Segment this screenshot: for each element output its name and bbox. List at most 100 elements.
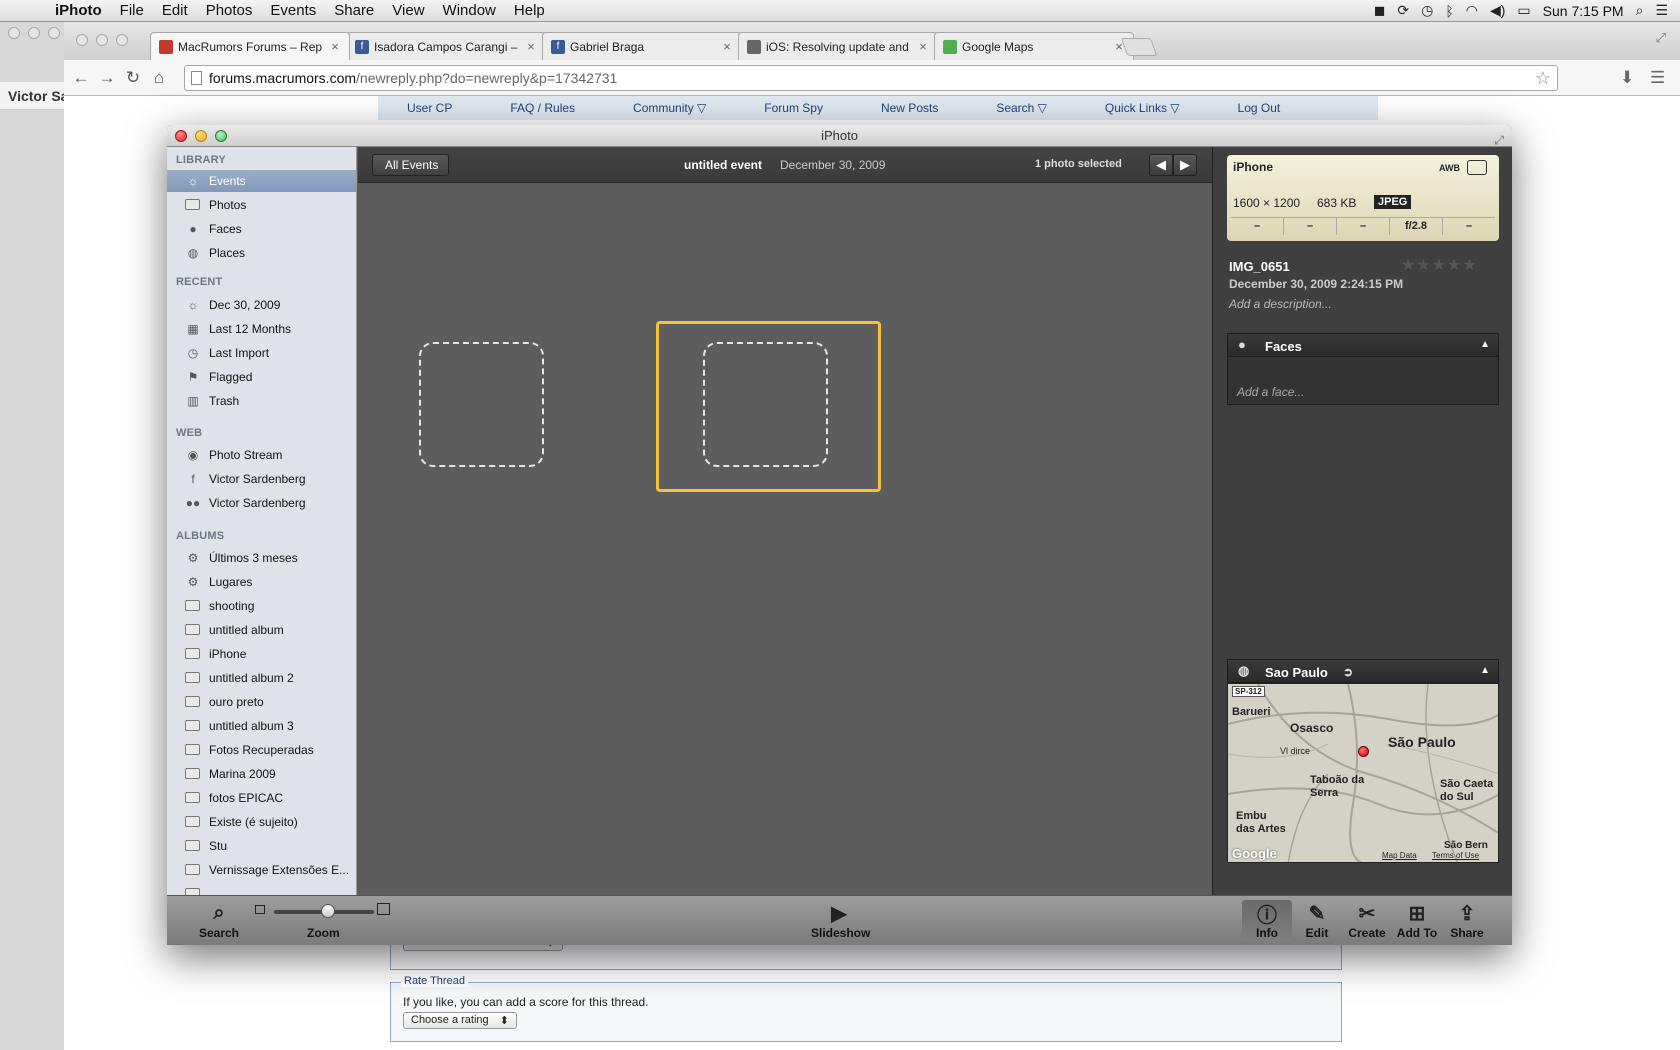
photo-thumbnail-placeholder[interactable] bbox=[703, 342, 828, 467]
menu-file[interactable]: File bbox=[111, 2, 153, 19]
zoom-button[interactable] bbox=[215, 130, 227, 142]
slideshow-button[interactable]: ▶ Slideshow bbox=[811, 900, 870, 941]
menu-window[interactable]: Window bbox=[434, 2, 505, 19]
source-item-places[interactable]: ◍ Places bbox=[167, 242, 356, 264]
nav-user-cp[interactable]: User CP bbox=[378, 101, 481, 115]
back-icon[interactable]: ← bbox=[68, 68, 94, 88]
menu-events[interactable]: Events bbox=[261, 2, 325, 19]
nav-forum-spy[interactable]: Forum Spy bbox=[735, 101, 852, 115]
album-item[interactable]: ⚙ Lugares bbox=[167, 571, 356, 593]
tab-isadora[interactable]: f Isadora Campos Carangi – × bbox=[346, 32, 546, 60]
forward-icon[interactable]: → bbox=[94, 68, 120, 88]
album-item[interactable]: Marina 2009 bbox=[167, 763, 356, 785]
evernote-icon[interactable]: ◼ bbox=[1374, 2, 1386, 19]
spotlight-icon[interactable]: ⌕ bbox=[1636, 2, 1644, 19]
photo-thumbnail-placeholder[interactable] bbox=[419, 342, 544, 467]
source-item-last-12-months[interactable]: ▦ Last 12 Months bbox=[167, 318, 356, 340]
chrome-menu-icon[interactable]: ☰ bbox=[1650, 68, 1665, 88]
terms-of-use-link[interactable]: Terms of Use bbox=[1432, 851, 1479, 860]
places-panel-header[interactable]: ◍ Sao Paulo ➲ ▲ bbox=[1227, 659, 1499, 683]
new-tab-button[interactable] bbox=[1120, 38, 1158, 56]
close-button[interactable] bbox=[76, 34, 88, 46]
map-pin-icon[interactable] bbox=[1358, 746, 1369, 757]
info-button[interactable]: ⓘ Info bbox=[1242, 900, 1292, 942]
album-item[interactable]: Fotos Recuperadas bbox=[167, 739, 356, 761]
nav-community[interactable]: Community ▽ bbox=[604, 101, 735, 115]
album-item[interactable]: Existe (é sujeito) bbox=[167, 811, 356, 833]
nav-log-out[interactable]: Log Out bbox=[1209, 101, 1310, 115]
bookmark-star-icon[interactable]: ☆ bbox=[1535, 68, 1551, 89]
small-thumbnail-icon[interactable] bbox=[255, 905, 265, 914]
add-to-button[interactable]: ⊞ Add To bbox=[1392, 900, 1442, 941]
bluetooth-icon[interactable]: ᛒ bbox=[1445, 3, 1453, 19]
zoom-slider-knob[interactable] bbox=[321, 904, 335, 918]
location-map[interactable]: SP-312 Barueri Osasco São Paulo Vl dirce… bbox=[1227, 683, 1499, 863]
minimize-button[interactable] bbox=[96, 34, 108, 46]
tab-macrumors[interactable]: MacRumors Forums – Rep × bbox=[150, 32, 350, 60]
share-button[interactable]: ⇪ Share bbox=[1442, 900, 1492, 941]
battery-icon[interactable]: ▭ bbox=[1517, 2, 1530, 19]
source-item-events[interactable]: ☼ Events bbox=[167, 170, 356, 192]
tab-google-maps[interactable]: Google Maps × bbox=[934, 32, 1134, 60]
source-item-photo-stream[interactable]: ◉ Photo Stream bbox=[167, 444, 356, 466]
collapse-triangle-icon[interactable]: ▲ bbox=[1480, 665, 1490, 676]
source-item-trash[interactable]: ▥ Trash bbox=[167, 390, 356, 412]
source-item-flickr[interactable]: ●● Victor Sardenberg bbox=[167, 492, 356, 514]
album-item[interactable]: ⚙ Últimos 3 meses bbox=[167, 547, 356, 569]
home-icon[interactable]: ⌂ bbox=[146, 68, 172, 88]
previous-event-button[interactable]: ◀ bbox=[1149, 154, 1173, 176]
reload-icon[interactable]: ↻ bbox=[120, 68, 146, 88]
rating-select[interactable]: Choose a rating ⬍ bbox=[403, 1012, 517, 1029]
source-item-photos[interactable]: Photos bbox=[167, 194, 356, 216]
collapse-triangle-icon[interactable]: ▲ bbox=[1480, 339, 1490, 350]
edit-button[interactable]: ✎ Edit bbox=[1292, 900, 1342, 941]
menu-view[interactable]: View bbox=[383, 2, 433, 19]
place-arrow-icon[interactable]: ➲ bbox=[1343, 665, 1353, 679]
wifi-icon[interactable]: ◠ bbox=[1466, 2, 1478, 19]
menu-share[interactable]: Share bbox=[325, 2, 383, 19]
album-item[interactable]: Vernissage Extensões E... bbox=[167, 859, 356, 881]
tab-close-icon[interactable]: × bbox=[525, 39, 537, 54]
nav-faq-rules[interactable]: FAQ / Rules bbox=[481, 101, 604, 115]
tab-close-icon[interactable]: × bbox=[329, 39, 341, 54]
menu-app[interactable]: iPhoto bbox=[46, 2, 111, 19]
all-events-button[interactable]: All Events bbox=[372, 154, 450, 176]
menu-edit[interactable]: Edit bbox=[153, 2, 197, 19]
image-title[interactable]: IMG_0651 bbox=[1229, 259, 1290, 274]
menubar-clock[interactable]: Sun 7:15 PM bbox=[1543, 3, 1624, 19]
tab-close-icon[interactable]: × bbox=[917, 39, 929, 54]
create-button[interactable]: ✂ Create bbox=[1342, 900, 1392, 941]
source-item-flagged[interactable]: ⚑ Flagged bbox=[167, 366, 356, 388]
notification-center-icon[interactable]: ☰ bbox=[1655, 2, 1668, 19]
tab-close-icon[interactable]: × bbox=[721, 39, 733, 54]
source-item-dec-30-2009[interactable]: ☼ Dec 30, 2009 bbox=[167, 294, 356, 316]
large-thumbnail-icon[interactable] bbox=[377, 903, 390, 915]
fullscreen-icon[interactable]: ⤢ bbox=[1656, 30, 1666, 46]
album-item[interactable]: shooting bbox=[167, 595, 356, 617]
time-machine-icon[interactable]: ◷ bbox=[1421, 2, 1433, 19]
close-button[interactable] bbox=[175, 130, 187, 142]
album-item[interactable]: fotos EPICAC bbox=[167, 787, 356, 809]
nav-search[interactable]: Search ▽ bbox=[967, 101, 1076, 115]
album-item[interactable] bbox=[167, 883, 356, 895]
minimize-button[interactable] bbox=[195, 130, 207, 142]
menu-photos[interactable]: Photos bbox=[197, 2, 262, 19]
album-item[interactable]: iPhone bbox=[167, 643, 356, 665]
album-item[interactable]: untitled album bbox=[167, 619, 356, 641]
nav-quick-links[interactable]: Quick Links ▽ bbox=[1076, 101, 1209, 115]
sync-icon[interactable]: ⟳ bbox=[1397, 2, 1409, 19]
extension-icon[interactable]: ⬇ bbox=[1620, 68, 1634, 88]
tab-ios-update[interactable]: iOS: Resolving update and × bbox=[738, 32, 938, 60]
source-item-facebook[interactable]: f Victor Sardenberg bbox=[167, 468, 356, 490]
description-field[interactable]: Add a description... bbox=[1229, 297, 1332, 311]
faces-panel-header[interactable]: ● Faces ▲ bbox=[1227, 333, 1499, 357]
album-item[interactable]: ouro preto bbox=[167, 691, 356, 713]
rating-stars[interactable]: ★★★★★ bbox=[1401, 255, 1478, 275]
album-item[interactable]: untitled album 2 bbox=[167, 667, 356, 689]
next-event-button[interactable]: ▶ bbox=[1173, 154, 1197, 176]
zoom-button[interactable] bbox=[116, 34, 128, 46]
map-data-link[interactable]: Map Data bbox=[1382, 851, 1417, 860]
nav-new-posts[interactable]: New Posts bbox=[852, 101, 967, 115]
event-title[interactable]: untitled event bbox=[684, 158, 762, 172]
tab-gabriel[interactable]: f Gabriel Braga × bbox=[542, 32, 742, 60]
